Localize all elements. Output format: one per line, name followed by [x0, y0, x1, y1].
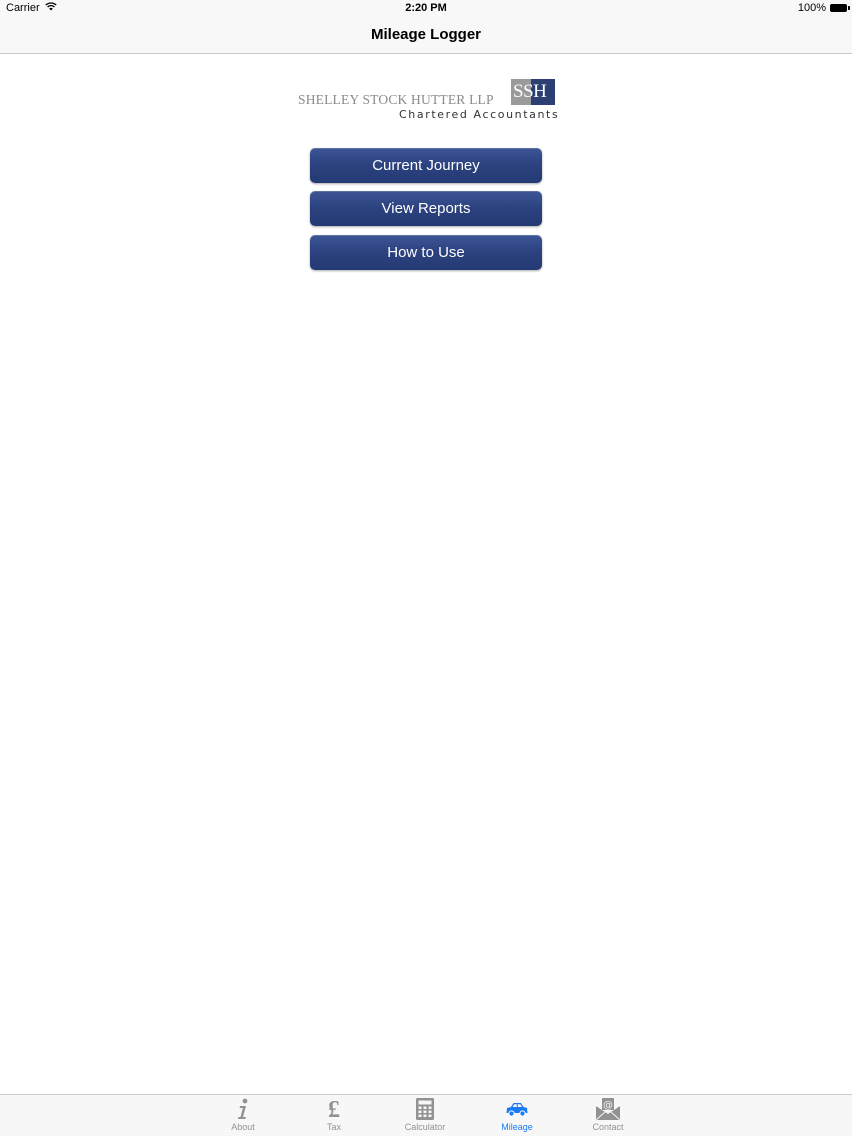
logo-badge: SSH [511, 79, 555, 105]
tab-mileage[interactable]: Mileage [482, 1097, 552, 1135]
nav-title: Mileage Logger [370, 26, 482, 43]
tab-contact[interactable]: @ Contact [573, 1097, 643, 1135]
tab-bar: About £ Tax Calculator Mileage @ Contact [0, 1094, 852, 1136]
battery-percent: 100% [797, 2, 826, 14]
calculator-icon [412, 1097, 438, 1121]
logo-company-name: SHELLEY STOCK HUTTER LLP [298, 92, 494, 107]
tab-mileage-label: Mileage [501, 1122, 533, 1132]
tab-calculator[interactable]: Calculator [390, 1097, 460, 1135]
logo-badge-letters: SSH [513, 81, 547, 102]
envelope-at-icon: @ [595, 1097, 621, 1121]
company-logo: SHELLEY STOCK HUTTER LLP SSH Chartered A… [296, 78, 558, 124]
logo-subtitle: Chartered Accountants [399, 108, 560, 121]
how-to-use-button[interactable]: How to Use [310, 235, 542, 270]
tab-tax[interactable]: £ Tax [299, 1097, 369, 1135]
view-reports-button[interactable]: View Reports [310, 191, 542, 226]
status-time: 2:20 PM [405, 2, 447, 14]
pound-icon: £ [321, 1097, 347, 1123]
info-icon [230, 1097, 256, 1121]
current-journey-button[interactable]: Current Journey [310, 148, 542, 183]
car-icon [504, 1097, 530, 1121]
tab-about[interactable]: About [208, 1097, 278, 1135]
svg-text:£: £ [328, 1097, 340, 1121]
svg-text:@: @ [603, 1100, 613, 1111]
battery-icon [830, 4, 850, 12]
tab-tax-label: Tax [326, 1122, 341, 1132]
tab-about-label: About [231, 1122, 255, 1132]
tab-calculator-label: Calculator [404, 1122, 446, 1132]
status-bar: Carrier 2:20 PM 100% [0, 0, 852, 18]
nav-bar: Mileage Logger [0, 18, 852, 54]
screen: Carrier 2:20 PM 100% Mileage Logger SHEL… [0, 0, 852, 1136]
tab-contact-label: Contact [592, 1122, 624, 1132]
status-right: 100% [797, 2, 850, 14]
